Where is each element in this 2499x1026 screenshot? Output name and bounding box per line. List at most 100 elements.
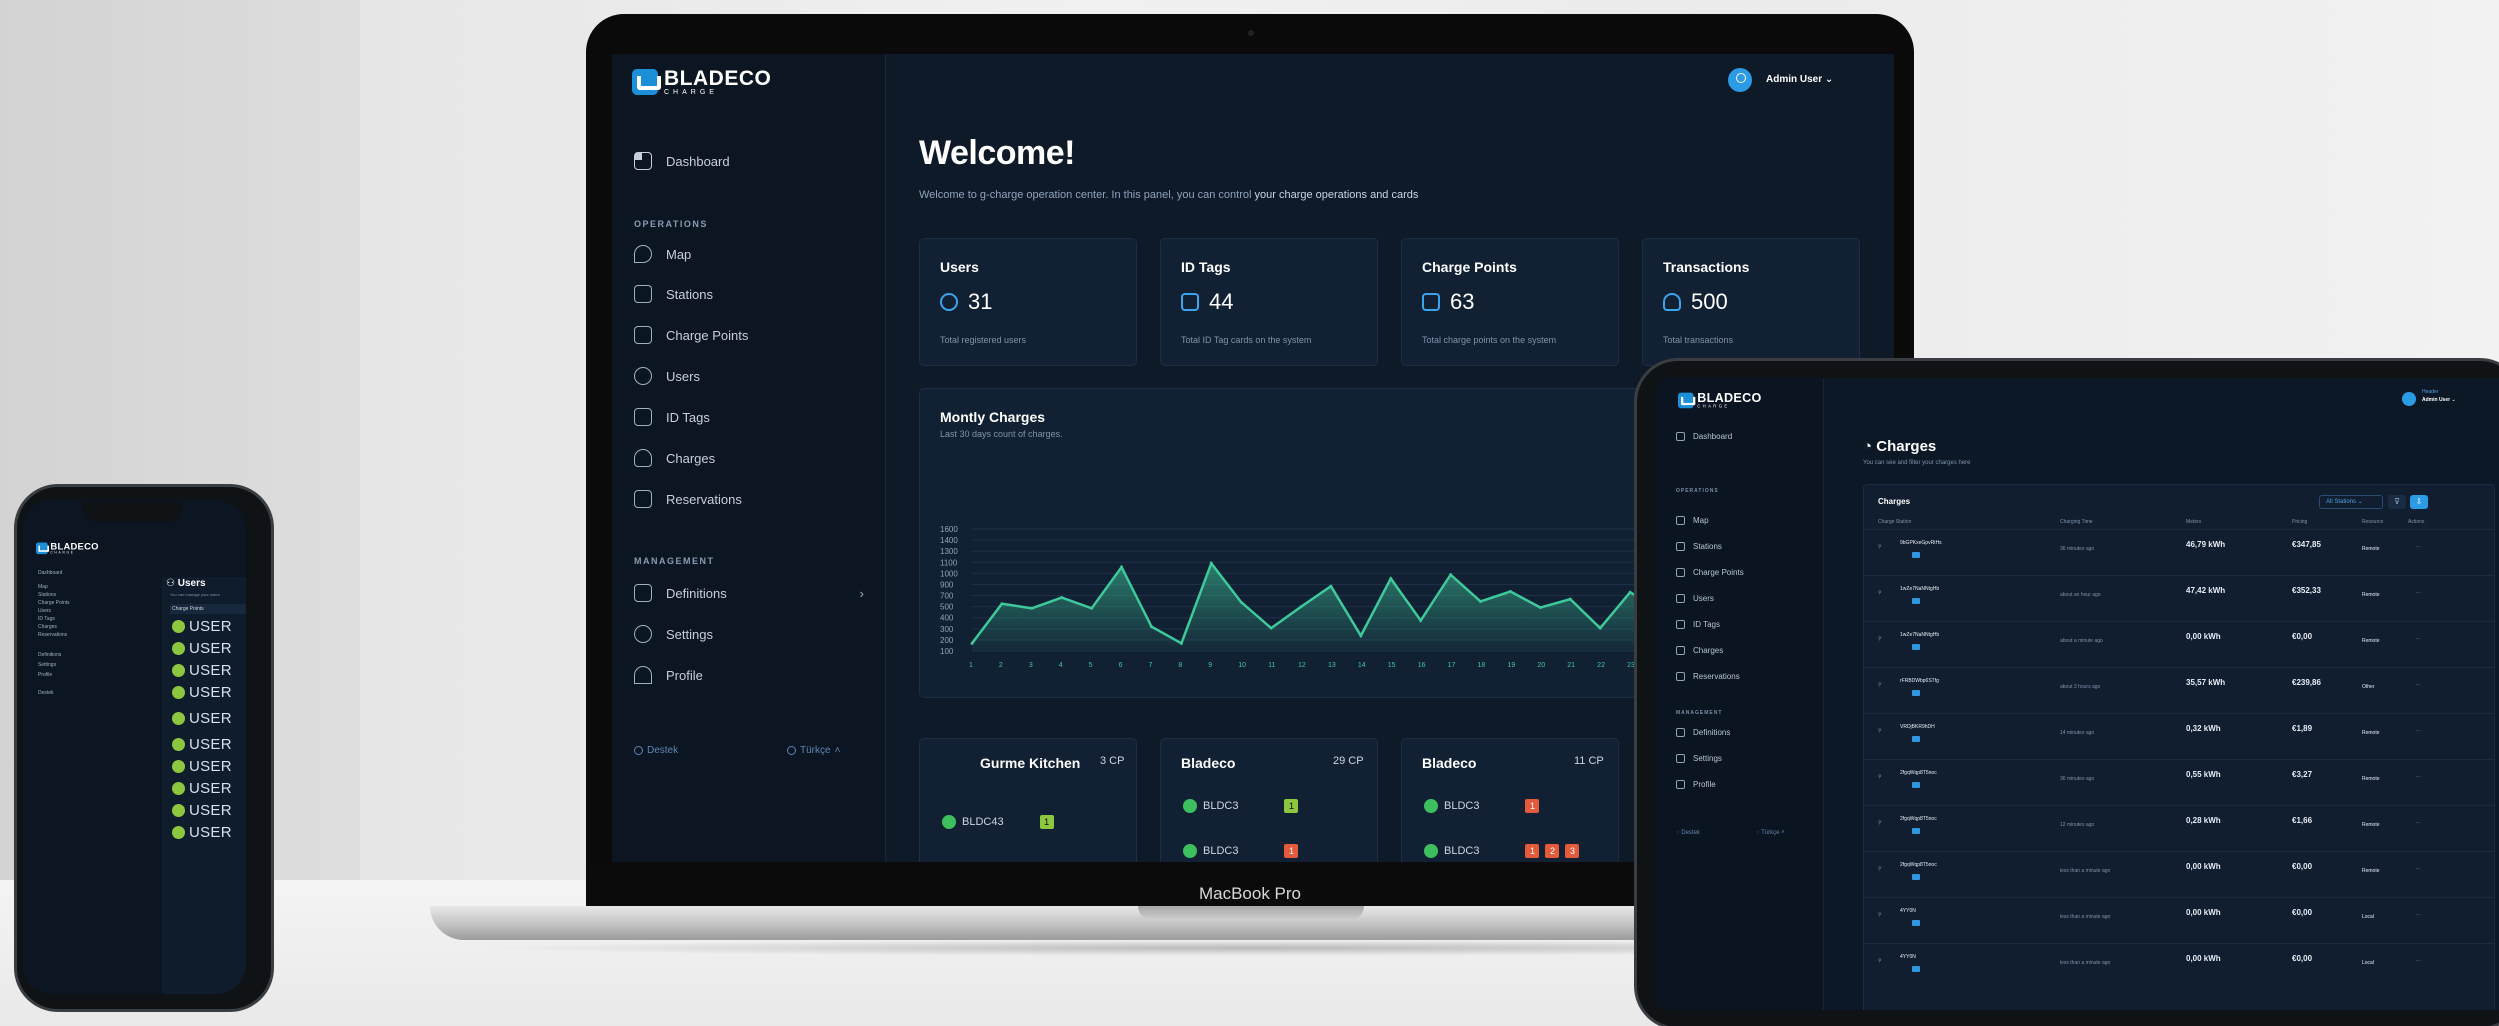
filter-select[interactable]: Charge Points xyxy=(170,604,246,614)
data-point[interactable] xyxy=(1030,606,1034,610)
data-point[interactable] xyxy=(1628,590,1632,594)
station-card[interactable]: Bladeco 29 CP BLDC3 1 BLDC3 1 xyxy=(1160,738,1378,862)
sidebar-item[interactable]: Definitions xyxy=(38,652,61,658)
avatar[interactable] xyxy=(2402,392,2416,406)
data-point[interactable] xyxy=(1269,626,1273,630)
data-point[interactable] xyxy=(1389,577,1393,581)
sidebar-item-reservations[interactable]: Reservations xyxy=(634,490,742,508)
more-actions-icon[interactable]: ⋯ xyxy=(2416,636,2421,642)
station-row[interactable]: BLDC3 1 xyxy=(1183,844,1299,858)
station-row[interactable]: BLDC3 1 2 3 xyxy=(1424,844,1580,858)
language-select[interactable]: ◌ Türkçe ˄ xyxy=(1756,830,1785,836)
avatar[interactable] xyxy=(1728,68,1752,92)
sidebar-item-settings[interactable]: Settings xyxy=(634,625,713,643)
sidebar-item[interactable]: Settings xyxy=(38,662,56,668)
sidebar-item[interactable]: Profile xyxy=(1676,780,1716,789)
stat-card-charge-points[interactable]: Charge Points 63 Total charge points on … xyxy=(1401,238,1619,366)
sidebar-item[interactable]: Charge Points xyxy=(38,600,70,606)
more-actions-icon[interactable]: ⋯ xyxy=(2416,544,2421,550)
station-card[interactable]: Gurme Kitchen 3 CP BLDC43 1 xyxy=(919,738,1137,862)
data-point[interactable] xyxy=(1508,590,1512,594)
user-row[interactable]: USER xyxy=(172,758,232,775)
sidebar-item[interactable]: Stations xyxy=(38,592,56,598)
sidebar-item-map[interactable]: Map xyxy=(634,245,691,263)
sidebar-item[interactable]: Map xyxy=(1676,516,1709,525)
more-actions-icon[interactable]: ⋯ xyxy=(2416,728,2421,734)
data-point[interactable] xyxy=(1449,573,1453,577)
sidebar-item-dashboard[interactable]: Dashboard xyxy=(634,152,730,170)
data-point[interactable] xyxy=(1149,625,1153,629)
more-actions-icon[interactable]: ⋯ xyxy=(2416,682,2421,688)
station-row[interactable]: BLDC43 1 xyxy=(942,815,1054,829)
table-row[interactable]: ⚲ 1wZe7NaNNtgHb about an hour ago 47,42 kWh… xyxy=(1864,575,2494,621)
user-menu[interactable]: Admin User ⌄ xyxy=(2422,397,2456,403)
sidebar-item[interactable]: Charges xyxy=(38,624,57,630)
sidebar-item[interactable]: Dashboard xyxy=(38,570,62,576)
data-point[interactable] xyxy=(1120,565,1124,569)
sidebar-item-stations[interactable]: Stations xyxy=(634,285,713,303)
sidebar-item[interactable]: Users xyxy=(1676,594,1714,603)
sidebar-item[interactable]: Reservations xyxy=(1676,672,1740,681)
user-row[interactable]: USER xyxy=(172,710,232,727)
sidebar-item[interactable]: Charge Points xyxy=(1676,568,1744,577)
column-header[interactable]: Resource xyxy=(2362,519,2383,525)
column-header[interactable]: Charge Station xyxy=(1878,519,1911,525)
export-icon[interactable]: ⇩ xyxy=(2410,495,2428,509)
more-actions-icon[interactable]: ⋯ xyxy=(2416,912,2421,918)
user-row[interactable]: USER xyxy=(172,736,232,753)
sidebar-item[interactable]: Dashboard xyxy=(1676,432,1732,441)
sidebar-item[interactable]: Destek xyxy=(38,690,54,696)
sidebar-item[interactable]: Definitions xyxy=(1676,728,1730,737)
data-point[interactable] xyxy=(1419,619,1423,622)
data-point[interactable] xyxy=(1538,606,1542,610)
brand-logo[interactable]: BLADECO CHARGE xyxy=(632,68,771,96)
sidebar-item[interactable]: Settings xyxy=(1676,754,1722,763)
sidebar-item-profile[interactable]: Profile xyxy=(634,666,703,684)
more-actions-icon[interactable]: ⋯ xyxy=(2416,774,2421,780)
user-row[interactable]: USER xyxy=(172,780,232,797)
user-row[interactable]: USER xyxy=(172,640,232,657)
table-row[interactable]: ⚲ rFRBDWbp6STfg about 3 hours ago 35,57 kWh… xyxy=(1864,667,2494,713)
sidebar-item[interactable]: Reservations xyxy=(38,632,67,638)
user-row[interactable]: USER xyxy=(172,684,232,701)
sidebar-item[interactable]: Stations xyxy=(1676,542,1722,551)
support-link[interactable]: Destek xyxy=(634,745,678,756)
data-point[interactable] xyxy=(1209,561,1213,565)
data-point[interactable] xyxy=(1060,596,1064,600)
sidebar-item-charges[interactable]: Charges xyxy=(634,449,715,467)
column-header[interactable]: Meters xyxy=(2186,519,2201,525)
more-actions-icon[interactable]: ⋯ xyxy=(2416,590,2421,596)
station-filter[interactable]: All Stations ⌄ xyxy=(2319,495,2383,509)
sidebar-item-charge-points[interactable]: Charge Points xyxy=(634,326,748,344)
sidebar-item[interactable]: Map xyxy=(38,584,48,590)
stat-card-users[interactable]: Users 31 Total registered users xyxy=(919,238,1137,366)
table-row[interactable]: ⚲ VRDjBKR9hDH 14 minutes ago 0,32 kWh €1,89 R… xyxy=(1864,713,2494,759)
column-header[interactable]: Pricing xyxy=(2292,519,2307,525)
sidebar-item-id-tags[interactable]: ID Tags xyxy=(634,408,710,426)
more-actions-icon[interactable]: ⋯ xyxy=(2416,866,2421,872)
data-point[interactable] xyxy=(1090,606,1094,610)
more-actions-icon[interactable]: ⋯ xyxy=(2416,820,2421,826)
column-header[interactable]: Actions xyxy=(2408,519,2424,525)
data-point[interactable] xyxy=(1299,605,1303,609)
data-point[interactable] xyxy=(1000,602,1004,606)
sidebar-item[interactable]: Users xyxy=(38,608,51,614)
data-point[interactable] xyxy=(1359,634,1363,638)
stat-card-transactions[interactable]: Transactions 500 Total transactions xyxy=(1642,238,1860,366)
user-row[interactable]: USER xyxy=(172,802,232,819)
data-point[interactable] xyxy=(1239,600,1243,604)
language-select[interactable]: Türkçe ˄ xyxy=(787,745,840,756)
data-point[interactable] xyxy=(1179,641,1183,645)
support-link[interactable]: ◌ Destek xyxy=(1676,830,1700,836)
sidebar-item-definitions[interactable]: Definitions › xyxy=(634,584,864,602)
column-header[interactable]: Charging Time xyxy=(2060,519,2093,525)
table-row[interactable]: ⚲ 2fgqWqp8T5noc less than a minute ago 0,00… xyxy=(1864,851,2494,897)
table-row[interactable]: ⚲ 1wZe7NaNNtgHb about a minute ago 0,00 kWh… xyxy=(1864,621,2494,667)
station-row[interactable]: BLDC3 1 xyxy=(1424,799,1540,813)
data-point[interactable] xyxy=(1598,626,1602,630)
table-row[interactable]: ⚲ 4YY0N less than a minute ago 0,00 kWh €0,0… xyxy=(1864,897,2494,943)
brand-logo[interactable]: BLADECO CHARGE xyxy=(1678,392,1762,409)
sidebar-item[interactable]: ID Tags xyxy=(1676,620,1720,629)
stat-card-id-tags[interactable]: ID Tags 44 Total ID Tag cards on the sys… xyxy=(1160,238,1378,366)
table-row[interactable]: ⚲ 2fgqWqp8T5noc 36 minutes ago 0,55 kWh €3,2… xyxy=(1864,759,2494,805)
